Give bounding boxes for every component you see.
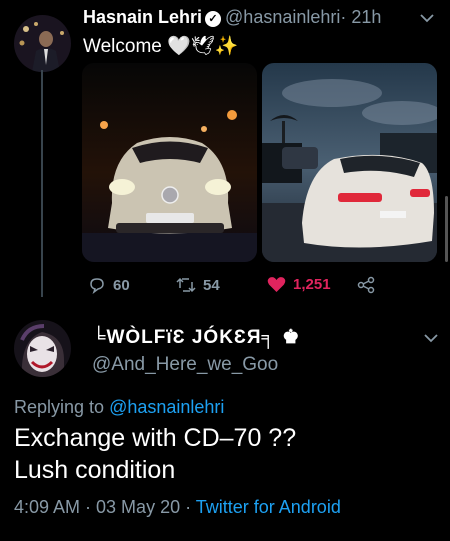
tweet-text: Welcome 🤍🕊✨: [83, 36, 239, 57]
reply-timestamp: 4:09 AM · 03 May 20 ·: [14, 497, 196, 517]
chevron-down-icon[interactable]: [420, 10, 434, 26]
reply-count: 60: [113, 276, 130, 294]
reply-author-avatar[interactable]: [14, 320, 71, 377]
tweet-photo-1[interactable]: [82, 63, 257, 262]
replying-to: Replying to @hasnainlehri: [14, 397, 224, 418]
reply-source-link[interactable]: Twitter for Android: [196, 497, 341, 517]
reply-author-handle[interactable]: @And_Here_we_Goo: [92, 354, 278, 376]
reply-meta: 4:09 AM · 03 May 20 · Twitter for Androi…: [14, 497, 341, 518]
share-icon: [357, 276, 375, 294]
retweet-count: 54: [203, 276, 220, 294]
author-name[interactable]: Hasnain Lehri: [83, 7, 202, 27]
scrollbar[interactable]: [445, 196, 448, 262]
tweet-time: · 21h: [340, 7, 382, 27]
reply-text: Exchange with CD–70 ?? Lush condition: [14, 422, 296, 486]
replying-to-link[interactable]: @hasnainlehri: [109, 397, 224, 417]
reply-author-name[interactable]: ╘WÒLFïƐ JÓKƐЯ╕ ♚: [92, 326, 300, 349]
tweet-actions: 60 54 1,251: [0, 274, 450, 296]
tweet-header: Hasnain Lehri ✓ @hasnainlehri· 21h: [83, 7, 381, 28]
like-count: 1,251: [293, 276, 331, 293]
share-button[interactable]: [357, 276, 375, 294]
chevron-down-icon[interactable]: [424, 330, 438, 346]
reply-icon: [90, 278, 104, 294]
replying-to-label: Replying to: [14, 397, 105, 417]
verified-icon: ✓: [205, 11, 222, 27]
tweet-photo-2[interactable]: [262, 63, 437, 262]
thread-line: [41, 70, 43, 297]
like-button[interactable]: 1,251: [267, 276, 331, 293]
retweet-icon: [176, 277, 196, 293]
heart-icon: [267, 277, 286, 292]
reply-text-line-2: Lush condition: [14, 456, 176, 484]
author-handle[interactable]: @hasnainlehri: [225, 7, 340, 27]
author-avatar[interactable]: [14, 15, 71, 72]
reply-button[interactable]: 60: [88, 276, 130, 294]
retweet-button[interactable]: 54: [176, 276, 220, 294]
reply-text-line-1: Exchange with CD–70 ??: [14, 424, 297, 452]
